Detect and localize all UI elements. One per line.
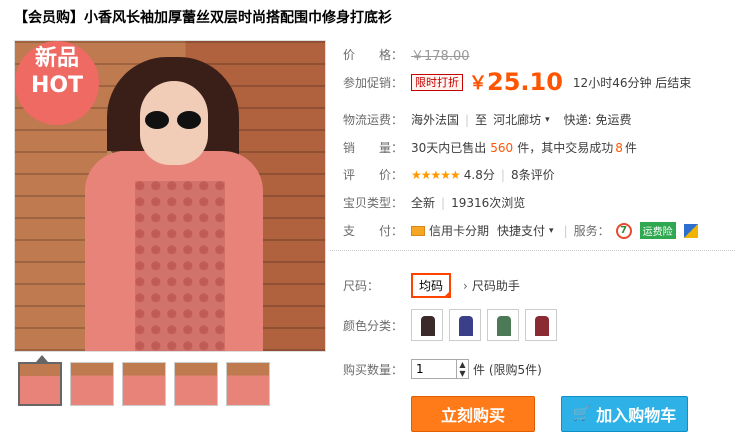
size-helper-link[interactable]: 尺码助手 [472,277,520,294]
color-swatch-4[interactable] [525,309,557,341]
quantity-stepper[interactable]: ▲ ▼ [411,359,469,379]
add-to-cart-label: 加入购物车 [596,406,677,425]
quantity-label: 购买数量： [343,362,404,377]
color-row: 颜色分类： [343,309,563,341]
view-count: 19316次浏览 [451,196,526,210]
shipping-to-label: 至 [475,113,488,127]
sold-count: 560 [490,140,514,155]
promo-countdown: 12小时46分钟 后结束 [572,75,692,90]
size-option-selected[interactable]: 均码 [411,273,452,298]
add-to-cart-button[interactable]: 🛒 加入购物车 [561,396,688,432]
size-helper-arrow-icon[interactable]: › [463,279,468,293]
shipping-label: 物流运费： [343,113,404,127]
quick-pay[interactable]: 快捷支付 [497,222,545,239]
section-divider [330,250,735,251]
quantity-input[interactable] [412,360,456,378]
quantity-increase-icon[interactable]: ▲ [457,360,468,369]
quantity-row: 购买数量： ▲ ▼ 件 (限购5件) [343,359,542,379]
sales-prefix: 30天内已售出 [411,141,487,155]
seven-day-return-icon[interactable]: 7 [615,222,632,239]
sales-label: 销 量： [343,141,404,155]
color-swatch-1[interactable] [411,309,443,341]
buy-now-label: 立刻购买 [440,406,505,425]
thumbnail-3[interactable] [122,362,166,406]
rating-label: 评 价： [343,168,404,182]
thumbnail-1[interactable] [18,362,62,406]
credit-card-icon [411,225,425,236]
promo-label: 参加促销： [343,75,404,90]
thumbnail-strip [18,362,270,406]
product-title: 【会员购】小香风长袖加厚蕾丝双层时尚搭配围巾修身打底衫 [14,10,392,26]
payment-row: 支 付： 信用卡分期 快捷支付 ▾ | 服务： 7 运费险 [343,222,698,239]
price-row: 价 格： ￥178.00 [343,45,470,64]
buy-now-button[interactable]: 立刻购买 [411,396,535,432]
badge-hot-text: HOT [30,73,84,98]
rating-row: 评 价： ★★★★★ 4.8分 | 8条评价 [343,166,555,183]
shipping-insurance-badge[interactable]: 运费险 [639,222,676,239]
product-main-image[interactable]: 新品 HOT [14,40,326,352]
thumbnail-2[interactable] [70,362,114,406]
promo-tag: 限时打折 [411,73,463,91]
thumbnail-pointer-icon [36,355,48,362]
original-price: ￥178.00 [411,49,470,64]
service-label: 服务： [573,224,610,238]
promo-price: 25.10 [487,68,563,96]
new-hot-badge: 新品 HOT [15,41,99,125]
thumbnail-4[interactable] [174,362,218,406]
color-swatch-2[interactable] [449,309,481,341]
quick-pay-dropdown-icon[interactable]: ▾ [549,226,554,236]
payment-label: 支 付： [343,224,404,238]
success-count: 8 [615,140,623,155]
review-count[interactable]: 8条评价 [511,166,555,183]
sales-unit: 件 [624,141,637,155]
sales-mid: 件，其中交易成功 [517,141,614,155]
currency-symbol: ￥ [469,73,487,94]
size-row: 尺码： 均码 › 尺码助手 [343,273,520,298]
shipping-from: 海外法国 [411,113,460,127]
badge-new-text: 新品 [34,46,79,71]
credit-installment[interactable]: 信用卡分期 [429,222,489,239]
quantity-decrease-icon[interactable]: ▼ [457,369,468,378]
shipping-row: 物流运费： 海外法国 | 至 河北廊坊 ▾ 快递: 免运费 [343,111,632,128]
promo-row: 参加促销： 限时打折 ￥ 25.10 12小时46分钟 后结束 [343,68,691,96]
star-rating-icon: ★★★★★ [411,167,461,182]
guarantee-shield-icon[interactable] [683,223,698,238]
size-label: 尺码： [343,279,380,293]
type-row: 宝贝类型： 全新 | 19316次浏览 [343,195,526,211]
sales-row: 销 量： 30天内已售出 560 件，其中交易成功 8 件 [343,139,637,156]
shipping-destination[interactable]: 河北廊坊 [493,111,541,128]
color-label: 颜色分类： [343,318,404,333]
type-label: 宝贝类型： [343,196,404,210]
rating-score: 4.8分 [463,168,495,182]
destination-dropdown-icon[interactable]: ▾ [545,115,550,125]
cart-icon: 🛒 [572,406,591,422]
color-swatch-3[interactable] [487,309,519,341]
quantity-limit: 件 (限购5件) [473,362,542,377]
shipping-fee: 快递: 免运费 [563,113,632,127]
price-label: 价 格： [343,48,404,62]
thumbnail-5[interactable] [226,362,270,406]
item-condition: 全新 [411,196,436,210]
